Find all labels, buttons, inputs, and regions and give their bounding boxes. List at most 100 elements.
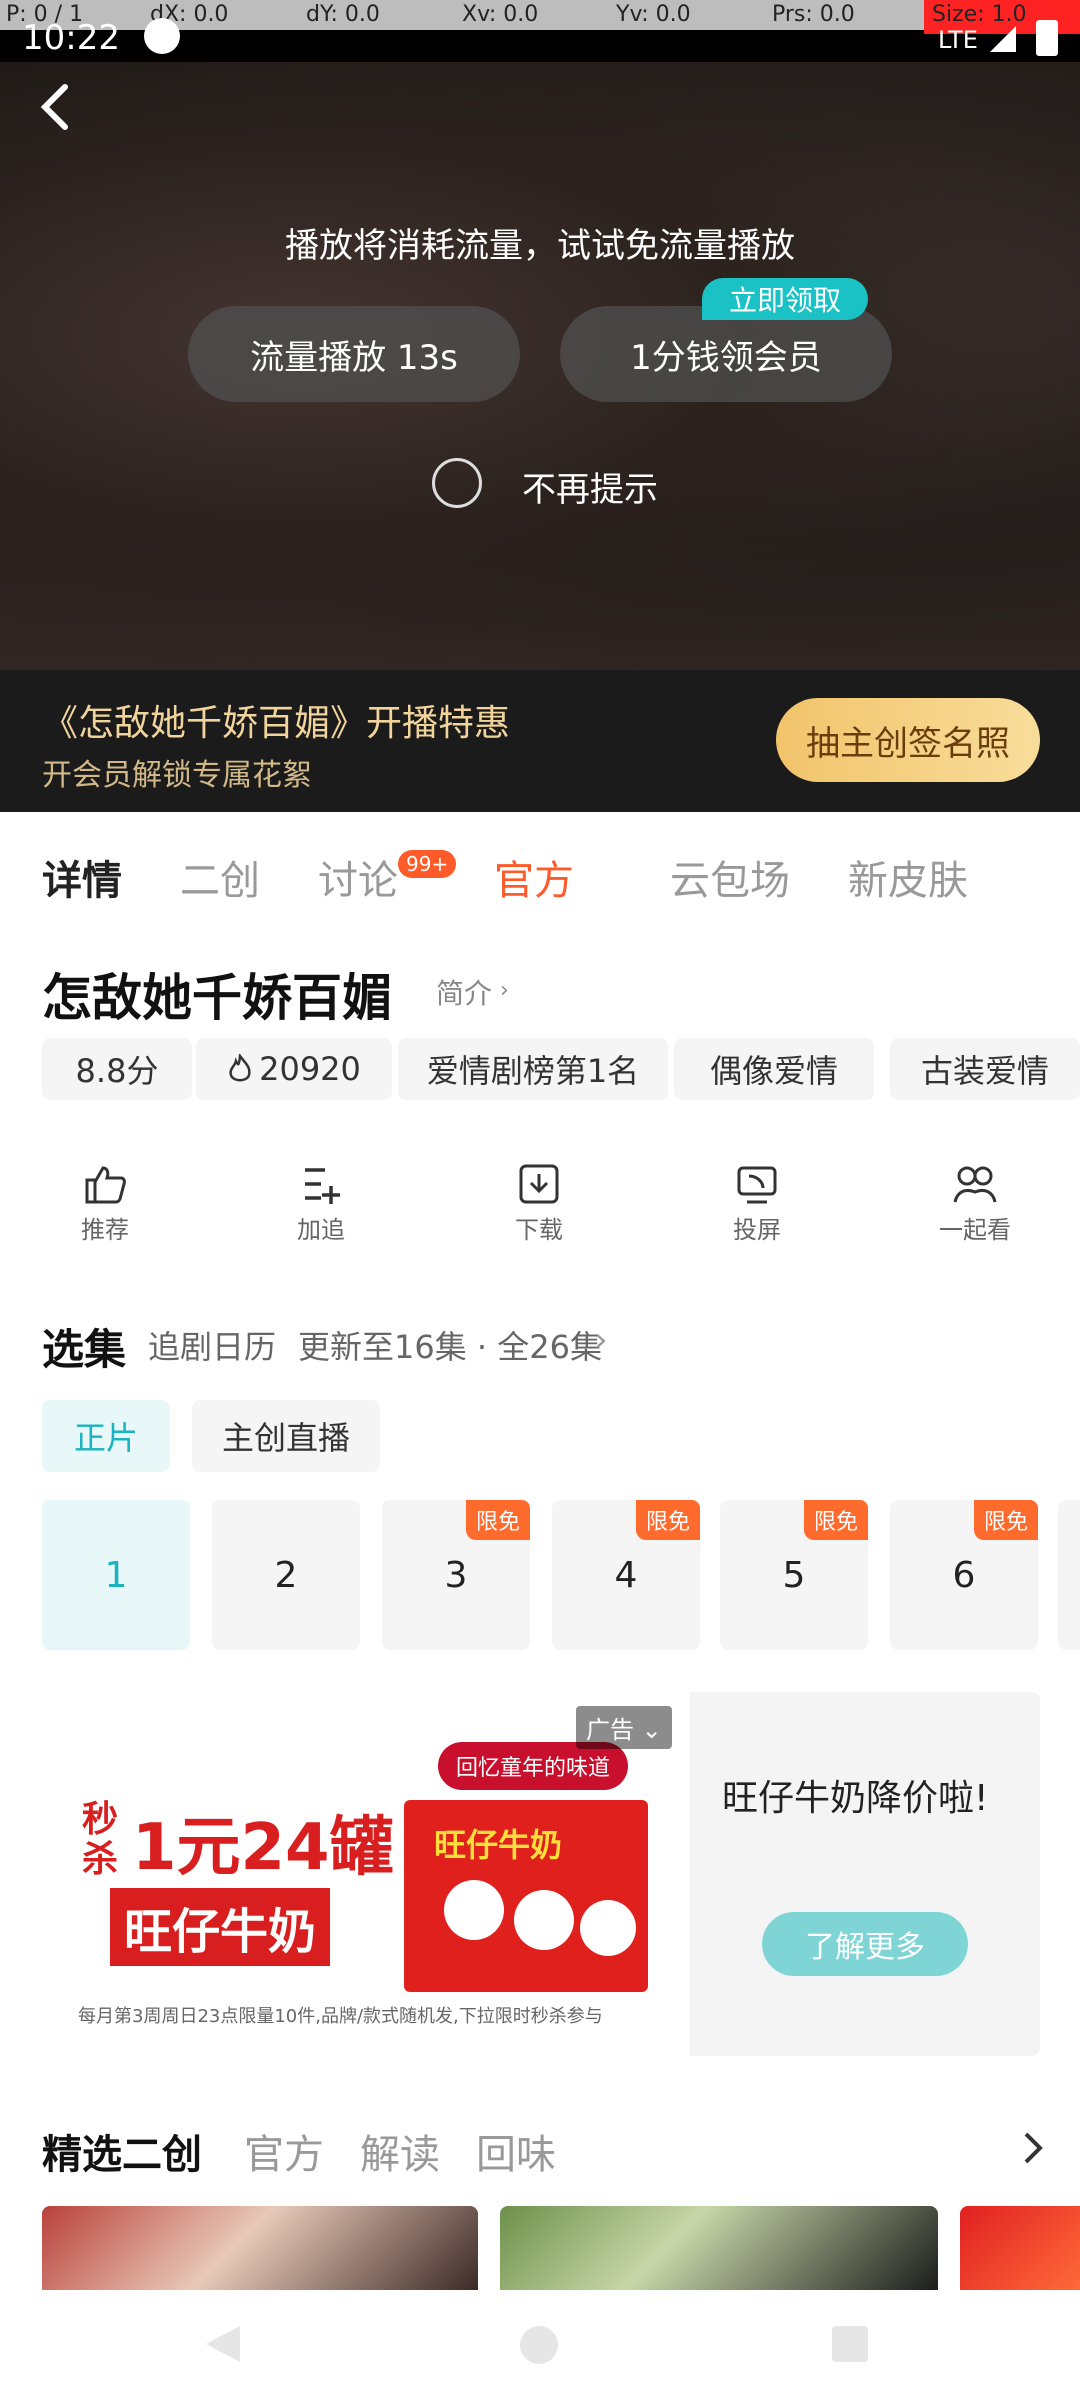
ad-img-product: 旺仔牛奶 — [110, 1888, 331, 1966]
claim-badge: 立即领取 — [702, 278, 868, 320]
member-offer-label: 1分钱领会员 — [630, 337, 822, 378]
episode-1[interactable]: 1 — [42, 1500, 190, 1650]
tab-details[interactable]: 详情 — [42, 848, 122, 906]
episode-6[interactable]: 6 限免 — [890, 1500, 1038, 1650]
episode-7-peek[interactable] — [1058, 1500, 1080, 1650]
tab-cast-live[interactable]: 主创直播 — [192, 1400, 380, 1472]
tab-featured-creations[interactable]: 精选二创 — [42, 2122, 202, 2180]
debug-xv: Xv: 0.0 — [462, 2, 539, 27]
thumbs-up-icon — [79, 1158, 131, 1210]
back-button[interactable] — [0, 62, 110, 152]
episode-2[interactable]: 2 — [212, 1500, 360, 1650]
nav-recents-icon[interactable] — [832, 2326, 868, 2362]
rating-tag[interactable]: 8.8分 — [42, 1038, 192, 1100]
watch-together-button[interactable]: 一起看 — [912, 1158, 1038, 1245]
follow-button[interactable]: 加追 — [258, 1158, 384, 1245]
tab-interpretation[interactable]: 解读 — [360, 2122, 440, 2180]
chevron-right-icon — [1024, 2132, 1043, 2164]
genre-tag-costume[interactable]: 古装爱情 — [890, 1038, 1080, 1100]
heat-tag[interactable]: 20920 — [196, 1038, 392, 1100]
tab-official[interactable]: 官方 — [494, 848, 574, 906]
cast-button[interactable]: 投屏 — [694, 1158, 820, 1245]
debug-dy: dY: 0.0 — [306, 2, 380, 27]
recommend-label: 推荐 — [81, 1216, 129, 1244]
free-badge: 限免 — [465, 1500, 530, 1540]
clip-thumbnail[interactable] — [500, 2206, 938, 2290]
free-badge: 限免 — [803, 1500, 868, 1540]
episode-number: 6 — [952, 1554, 976, 1596]
ad-learn-more-button[interactable]: 了解更多 — [762, 1912, 968, 1976]
watch-together-icon — [949, 1158, 1001, 1210]
data-usage-notice: 播放将消耗流量，试试免流量播放 — [285, 226, 795, 266]
free-badge: 限免 — [635, 1500, 700, 1540]
clip-thumbnail[interactable] — [960, 2206, 1080, 2290]
tab-new-skin[interactable]: 新皮肤 — [848, 848, 968, 906]
rank-value: 爱情剧榜第1名 — [426, 1052, 640, 1090]
signed-photo-button[interactable]: 抽主创签名照 — [776, 698, 1040, 782]
episode-4[interactable]: 4 限免 — [552, 1500, 700, 1650]
tab-discussion[interactable]: 讨论 — [318, 848, 398, 906]
download-label: 下载 — [515, 1216, 563, 1244]
nav-back-icon[interactable] — [206, 2326, 240, 2362]
dont-remind-label[interactable]: 不再提示 — [522, 462, 658, 511]
download-icon — [513, 1158, 565, 1210]
episode-5[interactable]: 5 限免 — [720, 1500, 868, 1650]
episode-number: 1 — [104, 1554, 128, 1596]
nav-home-icon[interactable] — [520, 2326, 558, 2364]
ad-img-footer: 每月第3周周日23点限量10件,品牌/款式随机发,下拉限时秒杀参与 — [78, 2006, 603, 2027]
debug-prs: Prs: 0.0 — [772, 2, 855, 27]
cast-label: 投屏 — [733, 1216, 781, 1244]
add-follow-icon — [295, 1158, 347, 1210]
promo-subtitle: 开会员解锁专属花絮 — [42, 758, 312, 793]
back-arrow-icon — [40, 84, 68, 130]
genre-tag-idol[interactable]: 偶像爱情 — [674, 1038, 874, 1100]
ad-headline: 旺仔牛奶降价啦! — [722, 1778, 989, 1819]
bottom-tabs-more-button[interactable] — [1008, 2124, 1056, 2172]
episode-number: 2 — [274, 1554, 298, 1596]
episodes-title: 选集 — [42, 1325, 127, 1374]
cast-icon — [731, 1158, 783, 1210]
ad-badge[interactable]: 广告 ⌄ — [576, 1706, 672, 1749]
cast-live-label: 主创直播 — [221, 1419, 350, 1457]
signal-icon — [990, 26, 1016, 52]
tab-cloud-screening[interactable]: 云包场 — [670, 848, 790, 906]
update-status[interactable]: 更新至16集 · 全26集 — [298, 1322, 602, 1368]
download-button[interactable]: 下载 — [476, 1158, 602, 1245]
show-title: 怎敌她千娇百媚 — [42, 969, 392, 1027]
episodes-more-chevron-icon[interactable]: › — [594, 1320, 608, 1360]
intro-chevron-icon[interactable]: › — [500, 978, 509, 1003]
flame-icon — [229, 1054, 251, 1082]
dont-remind-checkbox[interactable] — [432, 458, 482, 508]
episode-number: 3 — [444, 1554, 468, 1596]
ad-badge-chevron-icon: ⌄ — [634, 1716, 662, 1744]
data-play-label: 流量播放 13s — [250, 337, 458, 378]
ad-badge-label: 广告 — [586, 1716, 634, 1744]
clip-thumbnail[interactable] — [42, 2206, 478, 2290]
episode-3[interactable]: 3 限免 — [382, 1500, 530, 1650]
ad-img-price: 1元24罐 — [132, 1811, 394, 1885]
tab-main-feature[interactable]: 正片 — [42, 1400, 170, 1472]
genre-idol-label: 偶像爱情 — [709, 1052, 838, 1090]
data-play-button[interactable]: 流量播放 13s — [188, 306, 520, 402]
tab-fan-creations[interactable]: 二创 — [180, 848, 260, 906]
promo-title: 《怎敌她千娇百媚》开播特惠 — [42, 703, 511, 744]
drama-calendar-link[interactable]: 追剧日历 — [148, 1322, 276, 1368]
member-offer-button[interactable]: 1分钱领会员 — [560, 306, 892, 402]
ad-learn-more-label: 了解更多 — [805, 1930, 925, 1965]
ad-img-product-box: 旺仔牛奶 — [404, 1800, 648, 1992]
rank-tag[interactable]: 爱情剧榜第1名 — [398, 1038, 668, 1100]
status-time: 10:22 — [22, 18, 120, 58]
heat-value: 20920 — [259, 1050, 361, 1088]
tab-fade — [1034, 842, 1080, 932]
recommend-button[interactable]: 推荐 — [42, 1158, 168, 1245]
tab-reminisce[interactable]: 回味 — [476, 2122, 556, 2180]
watch-together-label: 一起看 — [939, 1216, 1011, 1244]
rating-value: 8.8分 — [75, 1052, 159, 1090]
tab-official-clips[interactable]: 官方 — [244, 2122, 324, 2180]
intro-link[interactable]: 简介 — [436, 972, 492, 1012]
network-type: LTE — [938, 26, 978, 54]
signed-photo-label: 抽主创签名照 — [806, 723, 1010, 764]
video-player[interactable] — [0, 62, 1080, 670]
free-badge: 限免 — [973, 1500, 1038, 1540]
app-notification-icon — [144, 18, 180, 54]
